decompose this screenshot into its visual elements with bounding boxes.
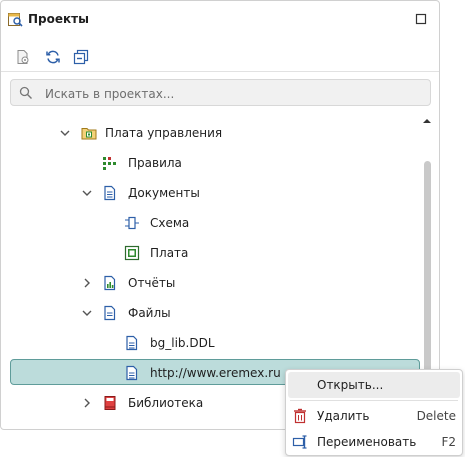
search-input[interactable] xyxy=(43,82,427,105)
scroll-up-arrow-icon[interactable] xyxy=(421,115,433,125)
refresh-icon[interactable] xyxy=(43,47,63,67)
file-icon xyxy=(124,335,140,351)
toolbar xyxy=(1,43,439,72)
rules-icon xyxy=(102,155,118,171)
projects-panel: Проекты Искать в проектах... Плата управ… xyxy=(0,0,440,430)
tree-item-control-board[interactable]: Плата управления xyxy=(1,118,441,148)
chevron-down-icon[interactable] xyxy=(80,186,94,200)
tree-item-pcb[interactable]: Плата xyxy=(1,238,441,268)
tree-item-label: http://www.eremex.ru xyxy=(150,366,281,380)
tree-item-label: Библиотека xyxy=(128,396,204,410)
search-box xyxy=(10,79,431,106)
chevron-down-icon[interactable] xyxy=(80,306,94,320)
project-settings-icon[interactable] xyxy=(13,47,33,67)
panel-title: Проекты xyxy=(28,12,89,26)
tree-item-reports[interactable]: Отчёты xyxy=(1,268,441,298)
documents-icon xyxy=(102,185,118,201)
tree-item-documents[interactable]: Документы xyxy=(1,178,441,208)
projects-icon xyxy=(7,11,23,27)
maximize-icon[interactable] xyxy=(413,11,429,27)
search-icon xyxy=(19,86,33,100)
context-menu: Открыть... Удалить Delete Переименовать xyxy=(285,369,463,456)
delete-icon xyxy=(292,408,308,424)
scrollbar-thumb[interactable] xyxy=(424,161,431,401)
files-icon xyxy=(102,305,118,321)
tree-item-files[interactable]: Файлы xyxy=(1,298,441,328)
schematic-icon xyxy=(124,215,140,231)
tree-item-label: Правила xyxy=(128,156,182,170)
tree-item-label: Файлы xyxy=(128,306,171,320)
panel-header: Проекты xyxy=(1,1,439,37)
tree-item-label: Схема xyxy=(150,216,190,230)
tree-item-label: Документы xyxy=(128,186,200,200)
menu-item-shortcut: F2 xyxy=(441,435,456,449)
menu-separator xyxy=(290,400,458,401)
collapse-all-icon[interactable] xyxy=(71,47,91,67)
tree-item-bg-lib[interactable]: bg_lib.DDL xyxy=(1,328,441,358)
chevron-right-icon[interactable] xyxy=(80,276,94,290)
rename-icon xyxy=(292,434,308,450)
menu-item-delete[interactable]: Удалить Delete xyxy=(288,403,460,429)
chevron-right-icon[interactable] xyxy=(80,396,94,410)
tree-item-label: Плата xyxy=(150,246,189,260)
file-icon xyxy=(124,365,140,381)
library-icon xyxy=(102,395,118,411)
tree-item-label: bg_lib.DDL xyxy=(150,336,215,350)
menu-item-label: Переименовать xyxy=(317,435,417,449)
board-folder-icon xyxy=(81,125,97,141)
menu-item-open[interactable]: Открыть... xyxy=(288,372,460,398)
pcb-icon xyxy=(124,245,140,261)
menu-item-label: Открыть... xyxy=(317,378,384,392)
menu-item-rename[interactable]: Переименовать F2 xyxy=(288,429,460,455)
tree-item-label: Плата управления xyxy=(105,126,223,140)
menu-item-shortcut: Delete xyxy=(416,409,456,423)
tree-item-label: Отчёты xyxy=(128,276,176,290)
tree-item-rules[interactable]: Правила xyxy=(1,148,441,178)
tree-item-schematic[interactable]: Схема xyxy=(1,208,441,238)
reports-icon xyxy=(102,275,118,291)
chevron-down-icon[interactable] xyxy=(58,126,72,140)
menu-item-label: Удалить xyxy=(317,409,370,423)
